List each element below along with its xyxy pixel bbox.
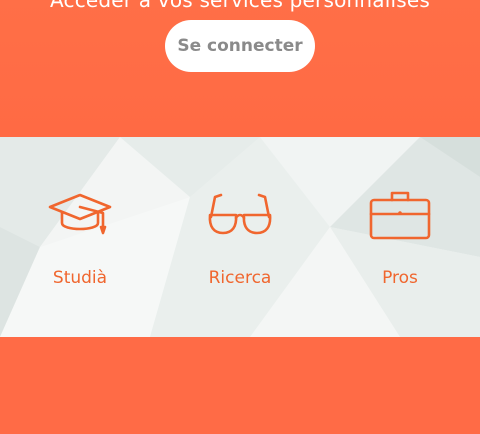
glasses-icon bbox=[208, 193, 272, 235]
tile-studia[interactable]: Studià bbox=[0, 137, 160, 337]
tile-pros[interactable]: Pros bbox=[320, 137, 480, 337]
tile-label-ricerca: Ricerca bbox=[208, 268, 272, 288]
briefcase-icon bbox=[369, 191, 431, 240]
services-subtitle: Accéder à vos services personnalisés bbox=[49, 0, 431, 12]
connect-button[interactable]: Se connecter bbox=[165, 20, 315, 72]
tile-ricerca[interactable]: Ricerca bbox=[160, 137, 320, 337]
login-header: Accéder à vos services personnalisés Se … bbox=[0, 0, 480, 137]
tile-label-pros: Pros bbox=[382, 268, 418, 288]
graduation-cap-icon bbox=[48, 193, 112, 235]
app-screen: Accéder à vos services personnalisés Se … bbox=[0, 0, 480, 434]
footer-area bbox=[0, 337, 480, 434]
shortcut-band: Studià Ricerca Pros bbox=[0, 137, 480, 337]
tile-label-studia: Studià bbox=[52, 268, 108, 288]
